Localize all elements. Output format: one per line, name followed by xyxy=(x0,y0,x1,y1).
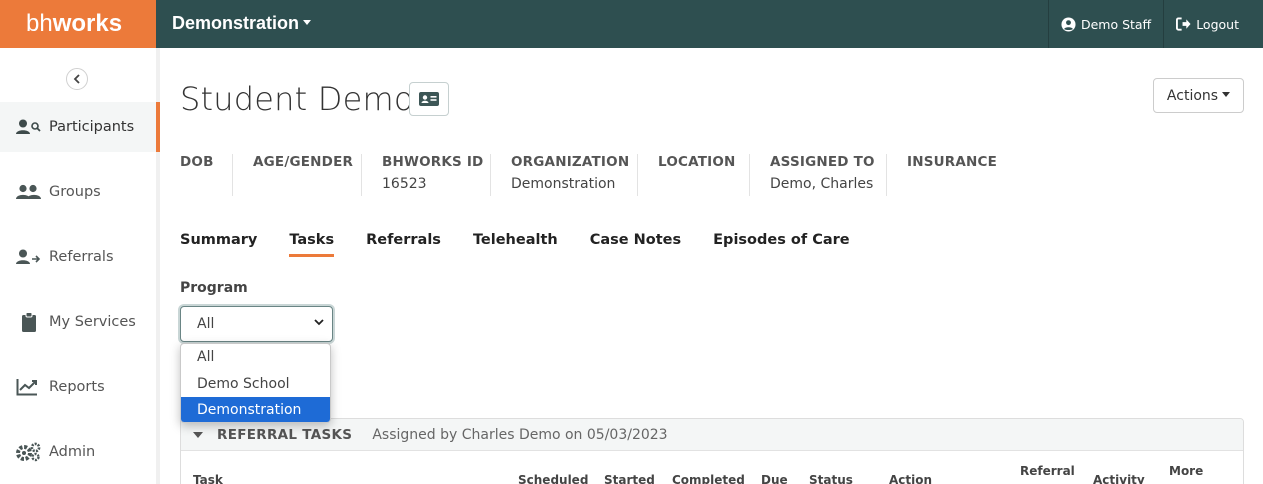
participants-search-icon xyxy=(16,119,41,134)
sidebar-collapse-button[interactable] xyxy=(66,68,88,90)
column-header-action: Action xyxy=(889,473,933,484)
participant-card-button[interactable] xyxy=(409,82,449,116)
clipboard-icon xyxy=(22,312,36,332)
chevron-down-icon xyxy=(314,319,324,326)
info-label: BHWORKS ID xyxy=(382,154,484,170)
actions-label: Actions xyxy=(1166,87,1219,104)
user-menu[interactable]: Demo Staff xyxy=(1047,0,1163,48)
tab-episodes-of-care[interactable]: Episodes of Care xyxy=(713,232,849,257)
info-bhworks-id: BHWORKS ID 16523 xyxy=(361,154,490,196)
groups-icon xyxy=(16,184,41,199)
logo-bold-text: works xyxy=(52,10,123,37)
info-label: LOCATION xyxy=(658,154,736,170)
tab-referrals[interactable]: Referrals xyxy=(366,232,441,257)
program-dropdown-list: All Demo School Demonstration xyxy=(180,343,331,423)
caret-down-icon xyxy=(303,20,312,26)
program-option-demo-school[interactable]: Demo School xyxy=(181,371,330,398)
panel-subtitle: Assigned by Charles Demo on 05/03/2023 xyxy=(372,426,668,443)
info-assigned-to: ASSIGNED TO Demo, Charles xyxy=(749,154,886,196)
logout-button[interactable]: Logout xyxy=(1163,0,1263,48)
column-header-completed: Completed xyxy=(672,473,745,484)
referrals-icon xyxy=(16,249,41,264)
column-header-referral: Referral xyxy=(1020,464,1075,478)
main-content: Student Demo Actions DOB AGE/GENDER BHWO… xyxy=(160,48,1263,484)
sidebar-item-label: Referrals xyxy=(49,249,114,265)
sidebar-item-label: Reports xyxy=(49,379,105,395)
participant-info-row: DOB AGE/GENDER BHWORKS ID 16523 ORGANIZA… xyxy=(180,154,1017,196)
program-selected-value: All xyxy=(197,316,215,332)
program-option-demonstration[interactable]: Demonstration xyxy=(181,397,330,422)
info-value: Demo, Charles xyxy=(770,176,874,192)
actions-dropdown-button[interactable]: Actions xyxy=(1153,78,1244,113)
column-header-more: More xyxy=(1169,464,1204,478)
sidebar-item-participants[interactable]: Participants xyxy=(0,102,160,152)
program-select[interactable]: All xyxy=(180,306,333,342)
logo-light-text: bh xyxy=(26,10,53,37)
organization-name: Demonstration xyxy=(172,13,300,33)
bhworks-logo[interactable]: bhworks xyxy=(0,0,156,48)
info-value: 16523 xyxy=(382,176,427,192)
info-label: ORGANIZATION xyxy=(511,154,630,170)
tab-telehealth[interactable]: Telehealth xyxy=(473,232,558,257)
info-value: Demonstration xyxy=(511,176,616,192)
info-label: DOB xyxy=(180,154,214,170)
sidebar-item-my-services[interactable]: My Services xyxy=(0,297,160,347)
info-label: AGE/GENDER xyxy=(253,154,354,170)
info-organization: ORGANIZATION Demonstration xyxy=(490,154,637,196)
info-dob: DOB xyxy=(180,154,232,196)
tab-tasks[interactable]: Tasks xyxy=(289,232,335,257)
gears-icon xyxy=(16,442,41,462)
organization-switcher[interactable]: Demonstration xyxy=(172,0,312,48)
sidebar-item-label: My Services xyxy=(49,314,136,330)
program-option-all[interactable]: All xyxy=(181,344,330,371)
column-header-status: Status xyxy=(809,473,853,484)
sidebar-item-label: Groups xyxy=(49,184,101,200)
column-header-activity: Activity xyxy=(1093,473,1145,484)
user-name: Demo Staff xyxy=(1080,16,1152,32)
program-label: Program xyxy=(180,280,248,296)
tab-case-notes[interactable]: Case Notes xyxy=(590,232,681,257)
chart-line-icon xyxy=(16,379,37,396)
info-age-gender: AGE/GENDER xyxy=(232,154,361,196)
referral-tasks-panel: REFERRAL TASKS Assigned by Charles Demo … xyxy=(180,418,1244,484)
tab-summary[interactable]: Summary xyxy=(180,232,257,257)
column-header-task: Task xyxy=(193,473,223,484)
sidebar-item-label: Participants xyxy=(49,119,135,135)
sidebar-item-referrals[interactable]: Referrals xyxy=(0,232,160,282)
logout-label: Logout xyxy=(1196,16,1239,32)
page-title: Student Demo xyxy=(180,80,414,118)
info-insurance: INSURANCE xyxy=(886,154,1017,196)
id-card-icon xyxy=(419,92,439,106)
info-label: ASSIGNED TO xyxy=(770,154,875,170)
user-circle-icon xyxy=(1061,16,1076,32)
info-location: LOCATION xyxy=(637,154,749,196)
sidebar-item-label: Admin xyxy=(49,444,96,460)
info-label: INSURANCE xyxy=(907,154,998,170)
caret-down-icon xyxy=(193,431,203,438)
sidebar-item-groups[interactable]: Groups xyxy=(0,167,160,217)
chevron-left-icon xyxy=(73,74,80,84)
column-header-started: Started xyxy=(604,473,655,484)
caret-down-icon xyxy=(1222,91,1231,97)
referral-tasks-header[interactable]: REFERRAL TASKS Assigned by Charles Demo … xyxy=(181,419,1243,451)
column-header-due: Due xyxy=(761,473,788,484)
participant-tabs: Summary Tasks Referrals Telehealth Case … xyxy=(180,232,882,257)
panel-title: REFERRAL TASKS xyxy=(217,426,353,443)
sidebar-item-reports[interactable]: Reports xyxy=(0,362,160,412)
top-navbar: bhworks Demonstration Demo Staff Logout xyxy=(0,0,1263,48)
sidebar-item-admin[interactable]: Admin xyxy=(0,427,160,477)
sign-out-icon xyxy=(1176,17,1191,31)
column-header-scheduled: Scheduled xyxy=(518,473,589,484)
